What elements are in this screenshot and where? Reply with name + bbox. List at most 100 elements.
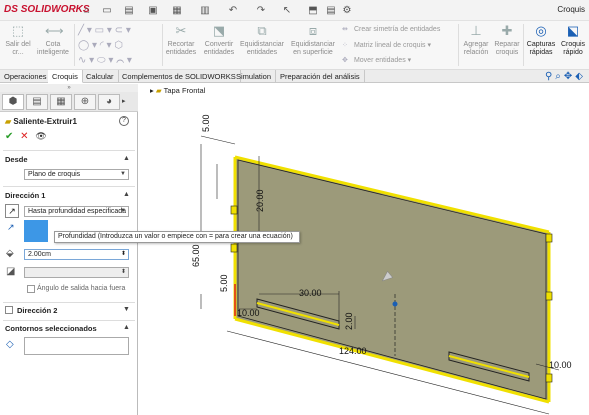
- linear-pattern-button[interactable]: ⁘ Matriz lineal de croquis ▾: [342, 41, 431, 49]
- tab-complementos[interactable]: Complementos de SOLIDWORKS: [118, 70, 241, 83]
- tab-preparacion-analisis[interactable]: Preparación del análisis: [276, 70, 365, 83]
- graphics-viewport[interactable]: 5.00 20.00 65.00 5.00 30.00 10.00 2.00 1…: [139, 84, 589, 415]
- notch-right-3[interactable]: [545, 373, 553, 383]
- spline-icon[interactable]: ∿: [78, 55, 86, 66]
- dropdown-icon[interactable]: ▾: [108, 55, 113, 66]
- ok-button[interactable]: ✔: [5, 131, 13, 142]
- dim-2[interactable]: 2.00: [344, 312, 354, 330]
- ribbon-separator: [74, 24, 75, 66]
- select-icon[interactable]: ↖: [280, 4, 294, 17]
- file-properties-icon[interactable]: ▤: [324, 4, 338, 17]
- draft-outward-checkbox[interactable]: [27, 285, 35, 293]
- end-condition-select[interactable]: Hasta profundidad especificada ▼: [24, 206, 129, 217]
- panel-collapse-handle[interactable]: »: [0, 84, 138, 92]
- offset-entities-button[interactable]: ⧉ Equidistanciar entidades: [238, 23, 286, 57]
- repair-sketch-button[interactable]: ✚ Reparar croquis: [492, 23, 522, 57]
- dimxpert-tab-icon[interactable]: ⊕: [74, 94, 96, 110]
- dim-124[interactable]: 124.00: [339, 346, 367, 356]
- notch-right-1[interactable]: [545, 233, 553, 243]
- rectangle-icon[interactable]: ▭: [95, 25, 104, 36]
- dim-20[interactable]: 20.00: [255, 189, 265, 212]
- dim-30[interactable]: 30.00: [299, 288, 322, 298]
- smart-dimension-button[interactable]: ⟷ Cota inteligente: [34, 23, 72, 57]
- contours-listbox[interactable]: [24, 337, 129, 355]
- notch-right-2[interactable]: [545, 291, 553, 301]
- dropdown-icon[interactable]: ▾: [106, 40, 111, 51]
- collapse-chevron-icon[interactable]: ▲: [123, 155, 130, 162]
- convert-entities-button[interactable]: ⬔ Convertir entidades: [200, 23, 238, 57]
- tab-croquis[interactable]: Croquis: [48, 70, 83, 83]
- scroll-tabs-icon[interactable]: ▸: [122, 97, 126, 105]
- feature-manager-tab-icon[interactable]: ⬢: [2, 94, 24, 110]
- move-entities-button[interactable]: ✥ Mover entidades ▾: [342, 56, 411, 64]
- save-icon[interactable]: ▦: [170, 4, 184, 17]
- contours-section-header[interactable]: Contornos seleccionados: [5, 324, 97, 333]
- dim-10-left[interactable]: 10.00: [237, 308, 260, 318]
- open-file-icon[interactable]: ▤: [122, 4, 136, 17]
- dropdown-icon[interactable]: ▾: [89, 55, 94, 66]
- dropdown-icon[interactable]: ▾: [92, 40, 97, 51]
- new-doc-icon[interactable]: ⌂: [80, 4, 94, 17]
- preview-button[interactable]: 👁: [35, 131, 46, 141]
- collapse-chevron-icon[interactable]: ▲: [123, 191, 130, 198]
- open-folder-icon[interactable]: ▣: [146, 4, 160, 17]
- zoom-area-icon[interactable]: ⌕: [555, 71, 564, 82]
- configuration-manager-tab-icon[interactable]: ▦: [50, 94, 72, 110]
- window-title: Croquis: [557, 5, 585, 14]
- mirror-entities-button[interactable]: ⇹ Crear simetría de entidades: [342, 25, 440, 33]
- offset-surface-button[interactable]: ⧈ Equidistanciar en superficie: [288, 23, 338, 57]
- dropdown-icon[interactable]: ▾: [87, 25, 92, 36]
- direction2-checkbox[interactable]: [5, 306, 13, 314]
- exit-sketch-button[interactable]: ⬚ Salir del cr...: [2, 23, 34, 57]
- direction1-section-header[interactable]: Dirección 1: [5, 191, 45, 200]
- from-section-header[interactable]: Desde: [5, 155, 28, 164]
- notch-left-bottom[interactable]: [230, 243, 238, 253]
- tab-calcular[interactable]: Calcular: [82, 70, 119, 83]
- draft-icon[interactable]: ◪: [6, 266, 15, 277]
- tab-operaciones[interactable]: Operaciones: [0, 70, 52, 83]
- view-orientation-icon[interactable]: ⬖: [575, 71, 586, 82]
- dropdown-icon[interactable]: ▾: [127, 55, 132, 66]
- arc-icon[interactable]: ◜: [100, 40, 104, 51]
- gear-icon[interactable]: ⚙: [340, 4, 354, 17]
- undo-icon[interactable]: ↶: [226, 4, 240, 17]
- collapse-chevron-icon[interactable]: ▲: [123, 324, 130, 331]
- spinner-icon[interactable]: ⬍: [121, 250, 126, 259]
- add-relation-button[interactable]: ⊥ Agregar relación: [461, 23, 491, 57]
- from-select[interactable]: Plano de croquis ▼: [24, 169, 129, 180]
- sketch-drawing[interactable]: 5.00 20.00 65.00 5.00 30.00 10.00 2.00 1…: [139, 84, 589, 415]
- cancel-button[interactable]: ✕: [20, 131, 28, 142]
- trim-button[interactable]: ✂ Recortar entidades: [164, 23, 198, 57]
- reverse-direction-icon[interactable]: ↗: [5, 204, 19, 218]
- print-icon[interactable]: ▥: [198, 4, 212, 17]
- direction-reference-box[interactable]: [24, 220, 48, 242]
- rotate-icon[interactable]: ✥: [564, 71, 575, 82]
- fillet-icon[interactable]: ⌒: [116, 55, 124, 66]
- dim-5-top[interactable]: 5.00: [201, 114, 211, 132]
- origin-point[interactable]: [392, 301, 398, 307]
- slot-icon[interactable]: ⊂: [115, 25, 123, 36]
- dropdown-icon[interactable]: ▾: [126, 25, 131, 36]
- dim-65[interactable]: 65.00: [191, 244, 201, 267]
- line-icon[interactable]: ╱: [78, 25, 84, 36]
- dropdown-icon[interactable]: ▾: [107, 25, 112, 36]
- redo-icon[interactable]: ↷: [254, 4, 268, 17]
- dim-10-right[interactable]: 10.00: [549, 360, 572, 370]
- rapid-sketch-button[interactable]: ⬕ Croquis rápido: [558, 23, 588, 57]
- property-manager-tab-icon[interactable]: ▤: [26, 94, 48, 110]
- ellipse-icon[interactable]: ⬭: [97, 55, 106, 66]
- polygon-icon[interactable]: ⬡: [114, 40, 123, 51]
- direction2-section-header[interactable]: Dirección 2: [17, 306, 57, 315]
- rebuild-icon[interactable]: ⬒: [306, 4, 320, 17]
- new-file-icon[interactable]: ▭: [100, 4, 114, 17]
- zoom-icon[interactable]: ⚲: [545, 71, 555, 82]
- expand-chevron-icon[interactable]: ▼: [123, 306, 130, 313]
- depth-input[interactable]: 2.00cm ⬍: [24, 249, 129, 260]
- notch-left-top[interactable]: [230, 205, 238, 215]
- circle-icon[interactable]: ◯: [78, 40, 89, 51]
- quick-snaps-button[interactable]: ◎ Capturas rápidas: [524, 23, 558, 57]
- dim-5-bottom[interactable]: 5.00: [219, 274, 229, 292]
- display-manager-tab-icon[interactable]: ◕: [98, 94, 120, 110]
- help-icon[interactable]: ?: [119, 116, 129, 126]
- tab-simulation[interactable]: Simulation: [232, 70, 277, 83]
